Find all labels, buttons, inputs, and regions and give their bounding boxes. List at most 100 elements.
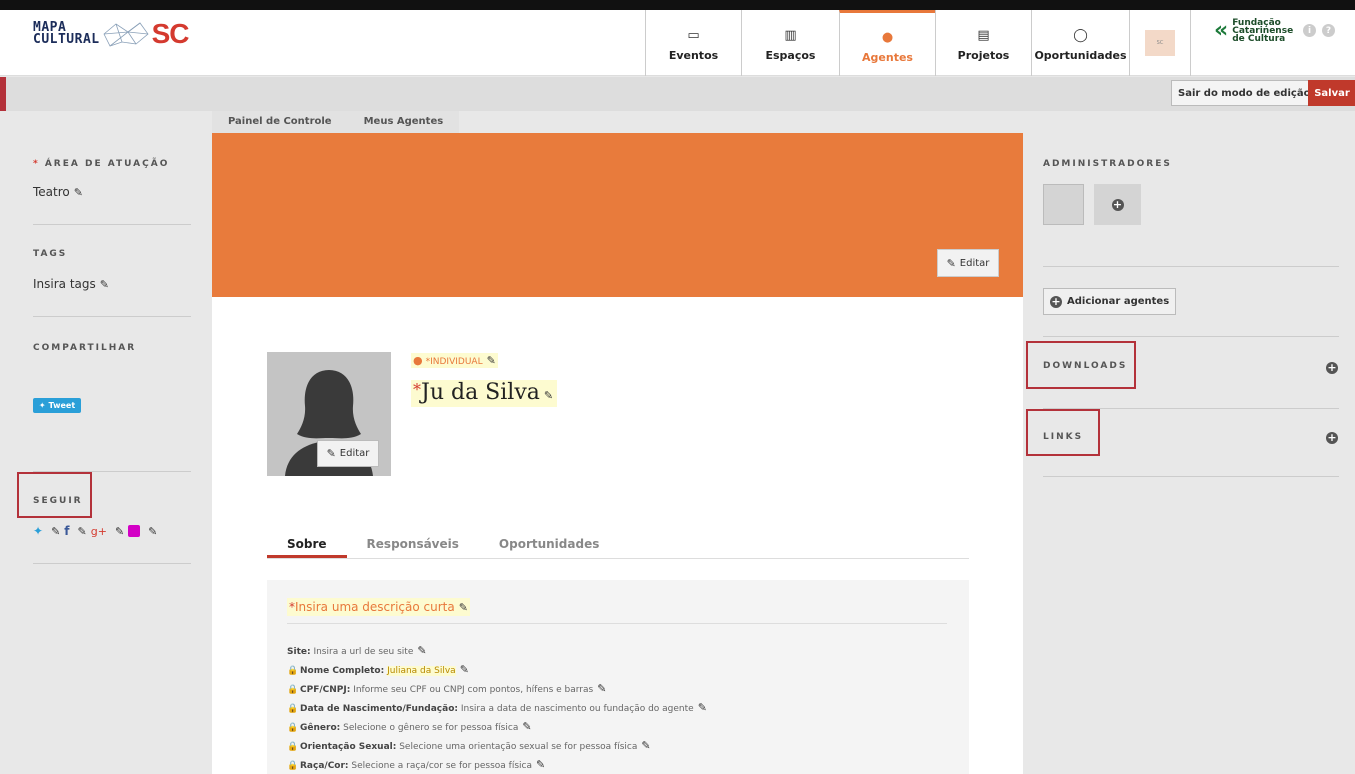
edit-icon: ✎	[697, 701, 707, 714]
field-genero[interactable]: 🔒 Gênero: Selecione o gênero se for pesso…	[287, 718, 707, 737]
tab-responsaveis[interactable]: Responsáveis	[347, 527, 479, 558]
help-icons: i ?	[1303, 24, 1335, 37]
mapa-cultural-logo[interactable]: MAPA CULTURAL SC	[33, 18, 190, 50]
divider	[33, 563, 191, 564]
edit-icon: ✎	[543, 389, 554, 402]
tweet-label: Tweet	[48, 401, 76, 410]
edit-mode-bar: Sair do modo de edição Salvar	[0, 77, 1355, 111]
edit-icon: ✎	[326, 447, 336, 460]
field-site[interactable]: Site: Insira a url de seu site ✎	[287, 642, 707, 661]
field-raca-cor[interactable]: 🔒 Raça/Cor: Selecione a raça/cor se for p…	[287, 756, 707, 774]
add-agents-button[interactable]: + Adicionar agentes	[1043, 288, 1177, 315]
tags-value[interactable]: Insira tags ✎	[33, 277, 109, 291]
edit-icon: ✎	[51, 524, 61, 538]
lock-icon: 🔒	[287, 761, 299, 771]
share-title: COMPARTILHAR	[33, 343, 137, 353]
agent-type[interactable]: ● *INDIVIDUAL ✎	[411, 353, 498, 368]
lock-icon: 🔒	[287, 666, 299, 676]
edit-icon: ✎	[99, 278, 109, 291]
network-icon	[103, 22, 149, 47]
twitter-icon: ✦	[38, 401, 46, 410]
instagram-icon[interactable]	[128, 525, 141, 537]
exit-edit-mode-button[interactable]: Sair do modo de edição	[1171, 80, 1318, 106]
plus-icon: +	[1050, 294, 1062, 308]
lightbulb-icon: ◯	[1073, 28, 1088, 43]
tags-title: TAGS	[33, 249, 68, 259]
type-label: *INDIVIDUAL	[425, 357, 483, 367]
tab-sobre[interactable]: Sobre	[267, 527, 347, 558]
field-label: Raça/Cor:	[300, 761, 349, 771]
tweet-button[interactable]: ✦ Tweet	[33, 398, 81, 413]
breadcrumb-item[interactable]: Painel de Controle	[212, 111, 348, 133]
agent-name[interactable]: *Ju da Silva ✎	[411, 380, 558, 407]
tab-oportunidades[interactable]: Oportunidades	[479, 527, 619, 558]
calendar-icon: ▭	[687, 28, 700, 43]
lock-icon: 🔒	[287, 685, 299, 695]
field-value: Selecione o gênero se for pessoa física	[343, 723, 519, 733]
field-orientacao-sexual[interactable]: 🔒 Orientação Sexual: Selecione uma orient…	[287, 737, 707, 756]
field-label: CPF/CNPJ:	[300, 685, 351, 695]
divider	[1043, 476, 1339, 477]
facebook-icon[interactable]: f	[64, 524, 69, 538]
edit-icon: ✎	[522, 720, 532, 733]
top-border	[0, 0, 1355, 10]
twitter-icon[interactable]: ✦	[33, 524, 43, 538]
admin-avatar[interactable]	[1043, 184, 1084, 225]
short-description[interactable]: *Insira uma descrição curta ✎	[287, 598, 947, 624]
plus-icon: +	[1111, 197, 1124, 211]
edit-icon: ✎	[73, 186, 83, 199]
sc-small-logo: SC	[1145, 30, 1175, 56]
nav-espacos[interactable]: ▥ Espaços	[741, 10, 839, 76]
lock-icon: 🔒	[287, 704, 299, 714]
field-data-nascimento[interactable]: 🔒 Data de Nascimento/Fundação: Insira a d…	[287, 699, 707, 718]
main-content: ✎ Editar ● *INDIVIDUAL ✎ *Ju da Silva ✎ Sobr…	[212, 297, 1023, 774]
lock-icon: 🔒	[287, 742, 299, 752]
field-label: Gênero:	[300, 723, 341, 733]
edit-icon: ✎	[77, 524, 87, 538]
field-value: Insira a data de nascimento ou fundação …	[460, 704, 694, 714]
nav-oportunidades[interactable]: ◯ Oportunidades	[1031, 10, 1129, 76]
avatar-edit-button[interactable]: ✎ Editar	[317, 440, 379, 467]
nav-label: Oportunidades	[1034, 49, 1127, 62]
field-label: Orientação Sexual:	[300, 742, 397, 752]
breadcrumb: Painel de Controle Meus Agentes	[212, 111, 460, 133]
help-icon[interactable]: ?	[1322, 24, 1335, 37]
add-admin-button[interactable]: +	[1094, 184, 1141, 225]
nav-eventos[interactable]: ▭ Eventos	[645, 10, 741, 76]
divider	[1043, 266, 1339, 267]
fcc-logo[interactable]: « Fundação Catarinense de Cultura	[1214, 18, 1293, 43]
area-value[interactable]: Teatro ✎	[33, 185, 83, 199]
edit-icon: ✎	[459, 663, 469, 676]
person-icon: ●	[881, 29, 894, 45]
nav-agentes[interactable]: ● Agentes	[839, 10, 935, 76]
edit-icon: ✎	[536, 758, 546, 771]
field-nome-completo[interactable]: 🔒 Nome Completo: Juliana da Silva ✎	[287, 661, 707, 680]
google-plus-icon[interactable]: g+	[91, 525, 107, 538]
agent-banner: ✎ Editar	[212, 133, 1023, 297]
divider	[33, 224, 191, 225]
lock-icon: 🔒	[287, 723, 299, 733]
info-icon[interactable]: i	[1303, 24, 1316, 37]
add-link-icon[interactable]: +	[1326, 432, 1338, 444]
desc-label: Insira uma descrição curta	[295, 600, 455, 614]
field-label: Nome Completo:	[300, 666, 385, 676]
logo-sc: SC	[151, 18, 190, 49]
divider	[33, 316, 191, 317]
downloads-title: DOWNLOADS	[1043, 361, 1128, 371]
profile-tabs: Sobre Responsáveis Oportunidades	[267, 527, 969, 559]
breadcrumb-item[interactable]: Meus Agentes	[347, 111, 460, 133]
add-download-icon[interactable]: +	[1326, 362, 1338, 374]
sc-logo-link[interactable]: SC	[1129, 10, 1191, 76]
divider	[1043, 336, 1339, 337]
banner-edit-button[interactable]: ✎ Editar	[937, 249, 999, 277]
header: MAPA CULTURAL SC ▭ Eventos ▥ Espaços ● A…	[0, 10, 1355, 76]
left-sidebar: * ÁREA DE ATUAÇÃO Teatro ✎ TAGS Insira ta…	[0, 111, 212, 774]
avatar: ✎ Editar	[267, 352, 391, 476]
nav-projetos[interactable]: ▤ Projetos	[935, 10, 1031, 76]
save-button[interactable]: Salvar	[1308, 80, 1355, 106]
document-icon: ▤	[977, 28, 990, 43]
edit-icon: ✎	[458, 601, 468, 614]
edit-icon: ✎	[486, 354, 496, 367]
person-icon: ●	[413, 354, 423, 367]
field-cpf-cnpj[interactable]: 🔒 CPF/CNPJ: Informe seu CPF ou CNPJ com p…	[287, 680, 707, 699]
